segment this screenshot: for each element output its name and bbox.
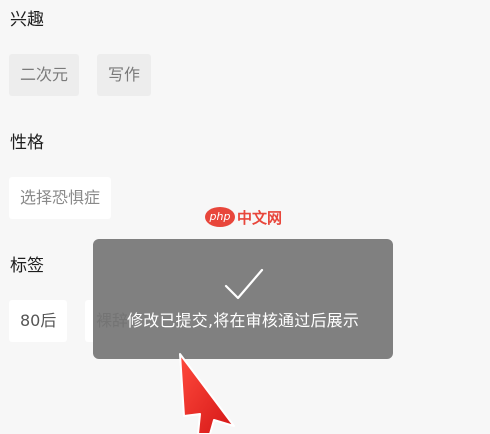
pointer-arrow-icon xyxy=(179,353,235,434)
watermark-logo: php xyxy=(205,207,235,227)
interests-title: 兴趣 xyxy=(10,10,44,30)
tag-chip-80s[interactable]: 80后 xyxy=(9,300,68,342)
checkmark-icon xyxy=(224,268,264,300)
watermark: php 中文网 xyxy=(205,205,282,229)
submit-toast: 修改已提交,将在审核通过后展示 xyxy=(93,239,393,359)
personality-title: 性格 xyxy=(10,133,44,153)
interest-chip-writing[interactable]: 写作 xyxy=(97,54,152,96)
tags-title: 标签 xyxy=(10,256,44,276)
personality-select[interactable]: 选择恐惧症 xyxy=(9,177,112,219)
toast-message: 修改已提交,将在审核通过后展示 xyxy=(126,311,360,330)
interest-chip-anime[interactable]: 二次元 xyxy=(9,54,80,96)
watermark-text: 中文网 xyxy=(237,208,283,227)
